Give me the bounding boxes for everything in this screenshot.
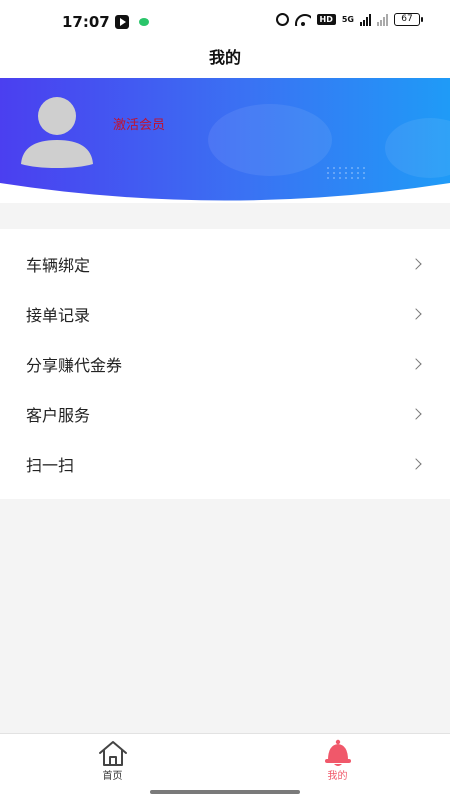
message-notification-icon bbox=[139, 18, 149, 26]
menu-list: 车辆绑定 接单记录 分享赚代金券 客户服务 扫一扫 bbox=[0, 229, 450, 499]
status-icons: HD 5G 67 bbox=[275, 13, 423, 26]
signal-secondary-icon bbox=[377, 13, 388, 26]
profile-header: 激活会员 bbox=[0, 78, 450, 203]
home-indicator[interactable] bbox=[150, 790, 300, 794]
menu-item-share-vouchers[interactable]: 分享赚代金券 bbox=[0, 339, 450, 389]
menu-item-customer-service[interactable]: 客户服务 bbox=[0, 389, 450, 439]
status-bar: 17:07 HD 5G 67 bbox=[0, 0, 450, 44]
alarm-icon bbox=[275, 13, 289, 26]
chevron-right-icon bbox=[410, 408, 422, 420]
chevron-right-icon bbox=[410, 258, 422, 270]
bell-icon bbox=[325, 739, 351, 766]
menu-item-vehicle-binding[interactable]: 车辆绑定 bbox=[0, 239, 450, 289]
chevron-right-icon bbox=[410, 358, 422, 370]
menu-item-scan[interactable]: 扫一扫 bbox=[0, 439, 450, 489]
tab-label: 首页 bbox=[102, 771, 123, 782]
menu-item-label: 接单记录 bbox=[26, 306, 91, 325]
status-time: 17:07 bbox=[62, 13, 110, 31]
avatar[interactable] bbox=[19, 96, 95, 168]
chevron-right-icon bbox=[410, 308, 422, 320]
menu-item-label: 车辆绑定 bbox=[26, 256, 91, 275]
signal-icon bbox=[360, 13, 371, 26]
chevron-right-icon bbox=[410, 458, 422, 470]
tab-label: 我的 bbox=[327, 771, 348, 782]
wifi-icon bbox=[294, 13, 311, 26]
home-icon bbox=[99, 741, 127, 766]
menu-item-order-records[interactable]: 接单记录 bbox=[0, 289, 450, 339]
page-title: 我的 bbox=[0, 44, 450, 78]
tab-home[interactable]: 首页 bbox=[0, 734, 225, 784]
tab-mine[interactable]: 我的 bbox=[225, 734, 450, 784]
network-type-label: 5G bbox=[341, 15, 354, 24]
hd-icon: HD bbox=[316, 14, 336, 25]
menu-item-label: 扫一扫 bbox=[26, 456, 75, 475]
app-notification-icon bbox=[115, 15, 129, 29]
menu-item-label: 分享赚代金券 bbox=[26, 356, 123, 375]
battery-icon: 67 bbox=[394, 13, 423, 26]
activate-membership-link[interactable]: 激活会员 bbox=[113, 114, 165, 133]
menu-item-label: 客户服务 bbox=[26, 406, 91, 425]
